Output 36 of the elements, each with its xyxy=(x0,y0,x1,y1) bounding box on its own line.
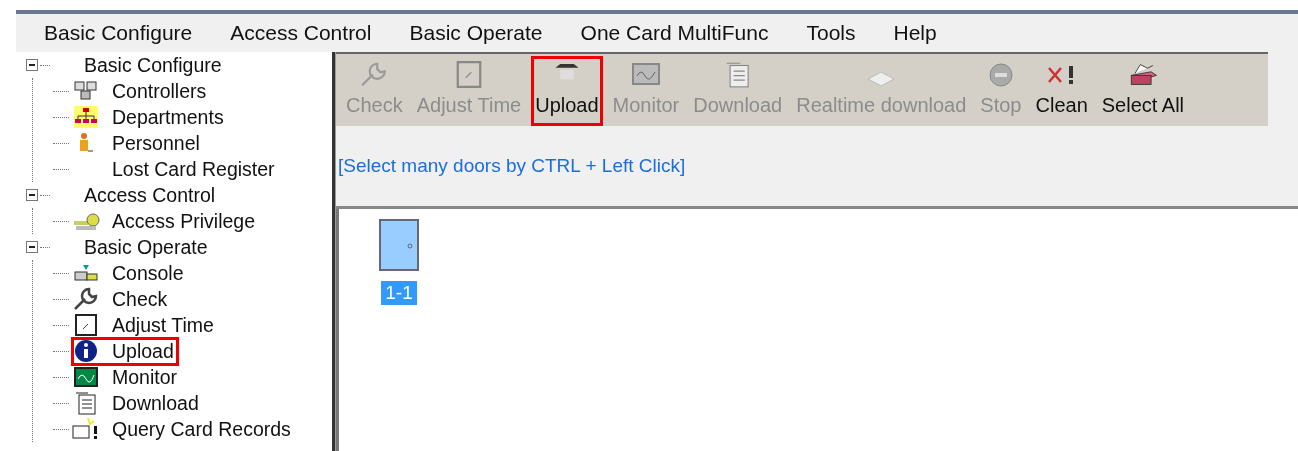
diamond-icon xyxy=(866,70,897,88)
menu-item[interactable]: Basic Configure xyxy=(44,21,193,45)
menu-item[interactable]: Basic Operate xyxy=(409,21,543,45)
monitor-icon xyxy=(630,62,661,88)
collapse-toggle-icon[interactable] xyxy=(26,189,38,201)
menu-item[interactable]: One Card MultiFunc xyxy=(580,21,769,45)
collapse-toggle-icon[interactable] xyxy=(26,59,38,71)
document-icon xyxy=(724,61,751,88)
org-chart-icon xyxy=(74,106,98,128)
info-icon xyxy=(74,339,98,363)
tree-item[interactable]: Upload xyxy=(71,336,179,366)
monitor-icon xyxy=(74,367,98,387)
toolbar-button[interactable]: Upload xyxy=(531,56,603,126)
clock-icon xyxy=(75,314,97,336)
wrench-icon xyxy=(73,287,99,311)
door-icon[interactable] xyxy=(379,219,419,271)
document-icon xyxy=(75,391,97,415)
tree-item[interactable]: Access Privilege xyxy=(107,206,261,236)
console-icon xyxy=(73,262,99,284)
tree-group-label[interactable]: Basic Configure xyxy=(84,53,222,77)
clock-icon xyxy=(455,61,482,88)
person-icon xyxy=(78,132,94,154)
card-records-icon xyxy=(72,418,100,440)
hint-text: [Select many doors by CTRL + Left Click] xyxy=(338,155,686,177)
collapse-toggle-icon[interactable] xyxy=(26,241,38,253)
toolbar-button[interactable]: Clean xyxy=(1031,56,1092,126)
menu-item[interactable]: Access Control xyxy=(230,21,372,45)
wrench-icon xyxy=(360,61,389,88)
tree-group-label[interactable]: Access Control xyxy=(84,183,216,207)
toolbar-button[interactable]: Select All xyxy=(1097,56,1189,126)
menu-item[interactable]: Tools xyxy=(806,21,856,45)
tree-group-label[interactable]: Basic Operate xyxy=(84,235,208,259)
controllers-icon xyxy=(74,80,98,102)
stop-icon xyxy=(987,62,1014,88)
menu-item[interactable]: Help xyxy=(893,21,937,45)
key-icon xyxy=(72,211,100,231)
